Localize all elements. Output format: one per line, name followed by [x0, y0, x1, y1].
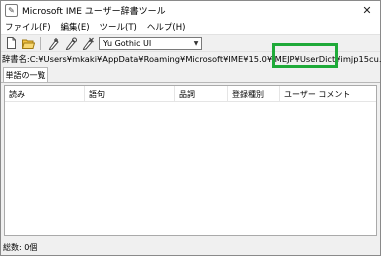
tab-word-list[interactable]: 単語の一覧: [3, 67, 48, 82]
font-select-value: Yu Gothic UI: [103, 38, 152, 48]
tab-divider: [1, 82, 380, 83]
ime-user-dictionary-window: ✎ Microsoft IME ユーザー辞書ツール ✕ ファイル(F) 編集(E…: [0, 0, 381, 256]
new-file-button[interactable]: [4, 36, 18, 50]
font-select[interactable]: Yu Gothic UI ▼: [99, 36, 202, 50]
delete-word-icon: [82, 37, 94, 50]
menu-edit[interactable]: 編集(E): [56, 21, 95, 33]
new-file-icon: [6, 37, 16, 49]
add-word-button[interactable]: [47, 36, 61, 50]
column-header-phrase[interactable]: 語句: [85, 86, 175, 102]
add-word-icon: [48, 37, 59, 50]
list-header: 読み 語句 品詞 登録種別 ユーザー コメント: [5, 86, 376, 102]
close-icon: ✕: [362, 3, 372, 17]
menu-bar: ファイル(F) 編集(E) ツール(T) ヘルプ(H): [1, 20, 380, 34]
window-title: Microsoft IME ユーザー辞書ツール: [22, 7, 166, 17]
delete-word-button[interactable]: [81, 36, 95, 50]
status-total-count: 総数: 0個: [3, 243, 38, 252]
menu-file[interactable]: ファイル(F): [1, 21, 56, 33]
highlight-annotation-box: [272, 43, 338, 68]
title-bar: ✎ Microsoft IME ユーザー辞書ツール ✕: [1, 1, 380, 20]
edit-word-button[interactable]: [64, 36, 78, 50]
column-header-reading[interactable]: 読み: [5, 86, 85, 102]
status-bar: 総数: 0個: [1, 240, 380, 255]
column-header-registration-type[interactable]: 登録種別: [228, 86, 280, 102]
toolbar-separator: [40, 36, 41, 50]
open-folder-icon: [21, 39, 35, 49]
dictionary-label: 辞書名:: [2, 53, 30, 64]
menu-help[interactable]: ヘルプ(H): [142, 21, 191, 33]
app-icon: ✎: [5, 4, 18, 17]
open-button[interactable]: [21, 36, 35, 50]
menu-tools[interactable]: ツール(T): [95, 21, 142, 33]
word-list[interactable]: 読み 語句 品詞 登録種別 ユーザー コメント: [4, 85, 377, 236]
edit-word-icon: [65, 37, 77, 50]
tab-word-list-label: 単語の一覧: [5, 70, 46, 80]
column-header-part-of-speech[interactable]: 品詞: [175, 86, 228, 102]
chevron-down-icon: ▼: [193, 39, 199, 47]
column-header-user-comment[interactable]: ユーザー コメント: [280, 86, 375, 102]
close-button[interactable]: ✕: [360, 3, 374, 17]
